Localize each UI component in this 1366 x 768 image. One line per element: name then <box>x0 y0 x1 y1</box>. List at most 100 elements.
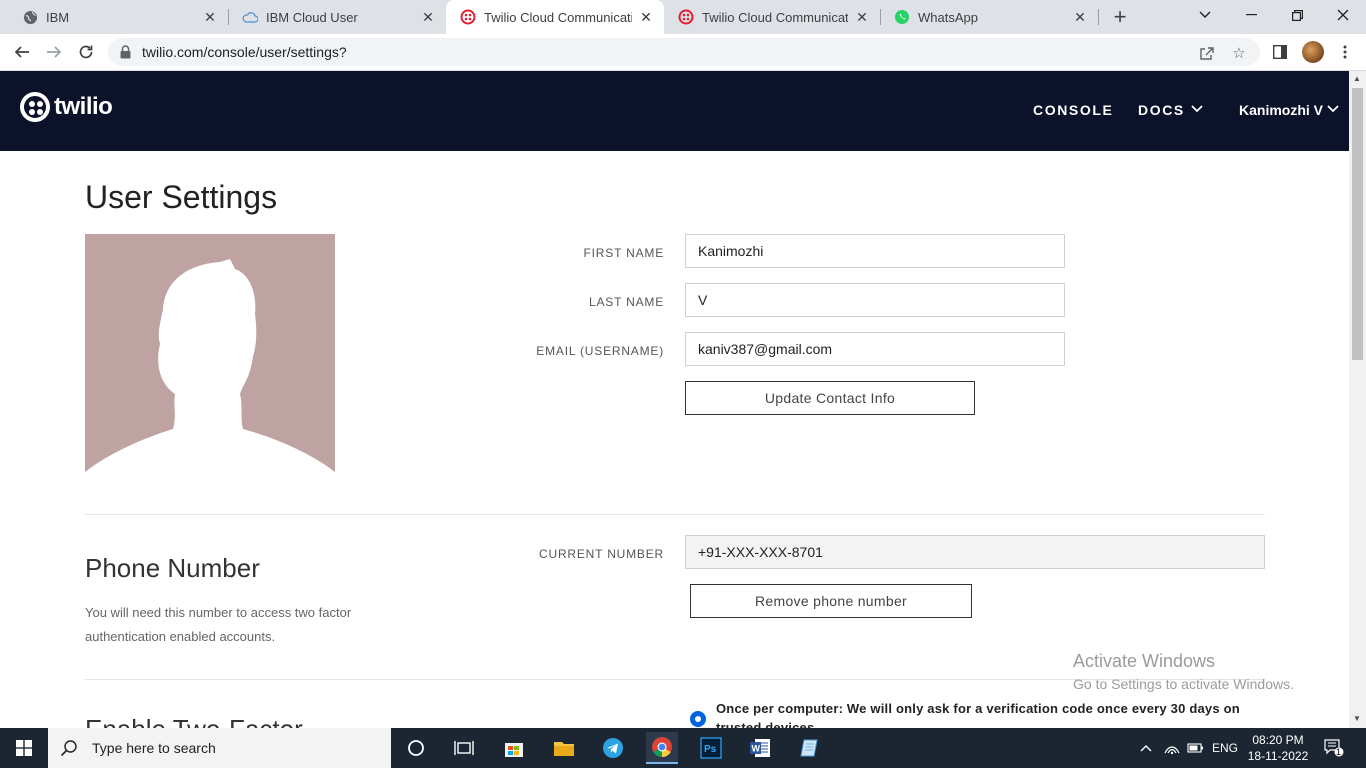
browser-tab-ibm-cloud[interactable]: IBM Cloud User ✕ <box>228 0 446 34</box>
tab-divider <box>1098 9 1099 25</box>
notification-count: 1 <box>1336 747 1342 757</box>
back-arrow-icon[interactable] <box>10 40 34 64</box>
globe-icon <box>22 9 38 25</box>
cortana-icon[interactable] <box>400 732 432 764</box>
update-contact-info-button[interactable]: Update Contact Info <box>685 381 975 415</box>
cloud-icon <box>242 9 258 25</box>
system-clock[interactable]: 08:20 PM 18-11-2022 <box>1246 732 1310 764</box>
photoshop-icon[interactable]: Ps <box>695 732 727 764</box>
close-icon[interactable]: ✕ <box>638 9 654 25</box>
radio-once-per-computer-label[interactable]: Once per computer: We will only ask for … <box>716 699 1256 728</box>
close-icon[interactable]: ✕ <box>854 9 870 25</box>
nav-docs[interactable]: DOCS <box>1138 102 1203 118</box>
browser-tab-strip: IBM ✕ IBM Cloud User ✕ Twilio Cloud Comm… <box>0 0 1366 34</box>
more-vert-icon[interactable] <box>1335 42 1355 62</box>
site-header: twilio CONSOLE DOCS Kanimozhi V <box>0 71 1349 151</box>
email-field[interactable]: kaniv387@gmail.com <box>685 332 1065 366</box>
page-viewport: twilio CONSOLE DOCS Kanimozhi V User Set… <box>0 71 1349 728</box>
browser-tab-whatsapp[interactable]: WhatsApp ✕ <box>880 0 1098 34</box>
tab-search-chevron-icon[interactable] <box>1182 0 1228 30</box>
watermark-title: Activate Windows <box>1073 651 1216 671</box>
file-explorer-icon[interactable] <box>548 732 580 764</box>
browser-tab-twilio-active[interactable]: Twilio Cloud Communications ✕ <box>446 0 664 34</box>
logo-wordmark: twilio <box>54 93 113 120</box>
search-icon <box>60 739 78 757</box>
page-title: User Settings <box>85 179 278 215</box>
page-scrollbar[interactable]: ▲ ▼ <box>1349 71 1366 728</box>
section-divider <box>85 514 1265 515</box>
tab-title: IBM <box>46 9 70 25</box>
taskbar-search-placeholder: Type here to search <box>92 740 216 756</box>
nav-user-label: Kanimozhi V <box>1239 102 1324 118</box>
current-number-label: CURRENT NUMBER <box>539 547 664 561</box>
side-panel-icon[interactable] <box>1270 42 1290 62</box>
chevron-down-icon <box>1191 104 1203 116</box>
activate-windows-watermark: Activate Windows Go to Settings to activ… <box>1073 651 1294 692</box>
tab-title: Twilio Cloud Communications <box>484 9 632 25</box>
microsoft-store-icon[interactable] <box>498 732 530 764</box>
window-close-icon[interactable] <box>1320 0 1366 30</box>
browser-tab-ibm[interactable]: IBM ✕ <box>8 0 228 34</box>
close-icon[interactable]: ✕ <box>202 9 218 25</box>
forward-arrow-icon[interactable] <box>42 40 66 64</box>
wifi-icon[interactable] <box>1164 728 1180 768</box>
clock-date: 18-11-2022 <box>1247 749 1309 763</box>
chevron-down-icon <box>1327 104 1339 116</box>
bookmark-star-icon[interactable]: ☆ <box>1230 44 1248 62</box>
nav-console-label: CONSOLE <box>1033 102 1114 118</box>
first-name-label: FIRST NAME <box>583 246 664 260</box>
whatsapp-icon <box>894 9 910 25</box>
lock-icon[interactable] <box>120 45 131 64</box>
last-name-field[interactable]: V <box>685 283 1065 317</box>
radio-once-per-computer[interactable] <box>690 711 706 727</box>
user-avatar-placeholder[interactable] <box>85 234 335 482</box>
scrollbar-thumb[interactable] <box>1352 88 1363 360</box>
word-icon[interactable]: W <box>744 732 776 764</box>
windows-taskbar: Type here to search Ps W ENG 08:20 PM 18… <box>0 728 1366 768</box>
svg-text:Ps: Ps <box>704 744 717 755</box>
close-icon[interactable]: ✕ <box>1072 9 1088 25</box>
scroll-down-icon[interactable]: ▼ <box>1353 714 1361 723</box>
svg-text:W: W <box>752 744 761 754</box>
address-bar[interactable]: twilio.com/console/user/settings? ☆ <box>108 38 1260 66</box>
new-tab-icon[interactable]: + <box>1108 4 1132 29</box>
reload-icon[interactable] <box>74 40 98 64</box>
taskbar-search-box[interactable]: Type here to search <box>48 728 391 768</box>
twilio-icon <box>678 9 694 25</box>
chrome-icon[interactable] <box>646 732 678 764</box>
minimize-icon[interactable] <box>1228 0 1274 30</box>
close-icon[interactable]: ✕ <box>420 9 436 25</box>
nav-user-menu[interactable]: Kanimozhi V <box>1239 102 1339 118</box>
twilio-logo-icon <box>20 92 50 122</box>
watermark-subtitle: Go to Settings to activate Windows. <box>1073 676 1294 692</box>
share-icon[interactable] <box>1198 44 1216 62</box>
email-label: EMAIL (USERNAME) <box>536 344 664 358</box>
language-indicator[interactable]: ENG <box>1212 728 1238 768</box>
profile-avatar[interactable] <box>1302 41 1324 63</box>
telegram-icon[interactable] <box>597 732 629 764</box>
current-number-field[interactable]: +91-XXX-XXX-8701 <box>685 535 1265 569</box>
first-name-field[interactable]: Kanimozhi <box>685 234 1065 268</box>
last-name-label: LAST NAME <box>589 295 664 309</box>
browser-toolbar: twilio.com/console/user/settings? ☆ <box>0 34 1366 71</box>
restore-icon[interactable] <box>1274 0 1320 30</box>
remove-phone-number-button[interactable]: Remove phone number <box>690 584 972 618</box>
phone-number-heading: Phone Number <box>85 553 260 583</box>
person-silhouette-icon <box>85 259 335 482</box>
notepad-app-icon[interactable] <box>793 732 825 764</box>
show-hidden-icons-chevron-icon[interactable] <box>1140 728 1152 768</box>
twilio-logo[interactable]: twilio <box>20 92 113 122</box>
url-text[interactable]: twilio.com/console/user/settings? <box>142 44 347 60</box>
battery-power-icon[interactable] <box>1187 728 1205 768</box>
scroll-up-icon[interactable]: ▲ <box>1353 74 1361 83</box>
notification-center-icon[interactable]: 1 <box>1324 728 1344 768</box>
nav-console[interactable]: CONSOLE <box>1033 102 1113 118</box>
task-view-icon[interactable] <box>448 732 480 764</box>
tab-title: IBM Cloud User <box>266 9 358 25</box>
phone-number-description: You will need this number to access two … <box>85 605 352 644</box>
windows-start-icon[interactable] <box>0 728 48 768</box>
nav-docs-label: DOCS <box>1138 102 1185 118</box>
browser-tab-twilio[interactable]: Twilio Cloud Communications ✕ <box>664 0 880 34</box>
two-factor-heading: Enable Two-Factor <box>85 714 303 728</box>
tab-title: WhatsApp <box>918 9 978 25</box>
